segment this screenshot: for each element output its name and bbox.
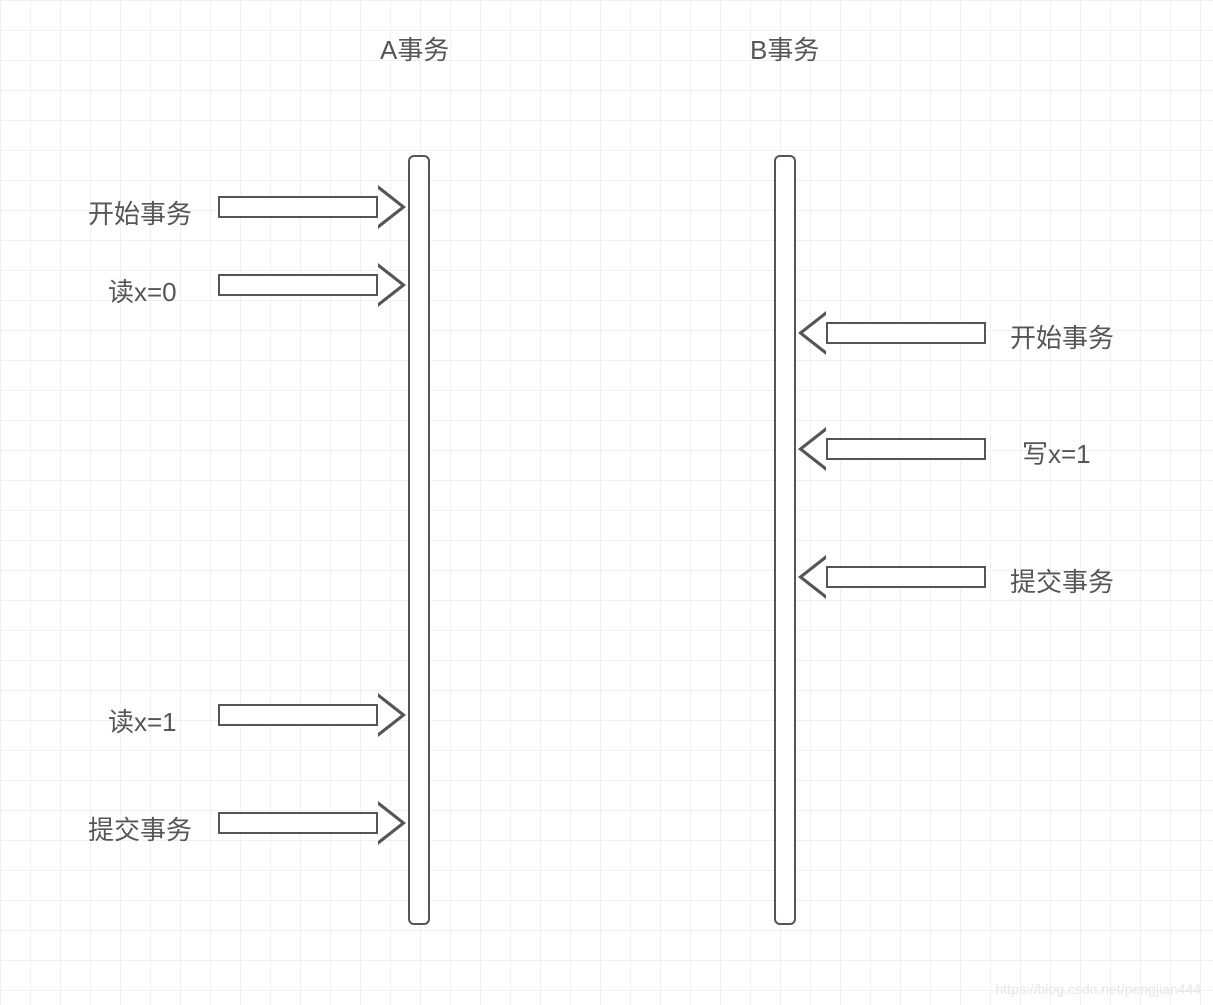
title-transaction-b: B事务	[750, 30, 819, 67]
label-b-step-2: 写x=1	[1022, 434, 1091, 471]
label-b-step-1: 开始事务	[1010, 318, 1114, 355]
watermark: https://blog.csdn.net/pengjian444	[996, 981, 1202, 997]
label-b-step-3: 提交事务	[1010, 562, 1114, 599]
label-a-step-4: 提交事务	[88, 810, 192, 847]
label-a-step-3: 读x=1	[108, 702, 177, 739]
label-a-step-2: 读x=0	[108, 272, 177, 309]
lifeline-b	[774, 155, 796, 925]
label-a-step-1: 开始事务	[88, 194, 192, 231]
lifeline-a	[408, 155, 430, 925]
diagram-stage: A事务 B事务 开始事务 读x=0 读x=1 提交事务 开始事务 写x=1	[0, 0, 1213, 1005]
title-transaction-a: A事务	[380, 30, 449, 67]
